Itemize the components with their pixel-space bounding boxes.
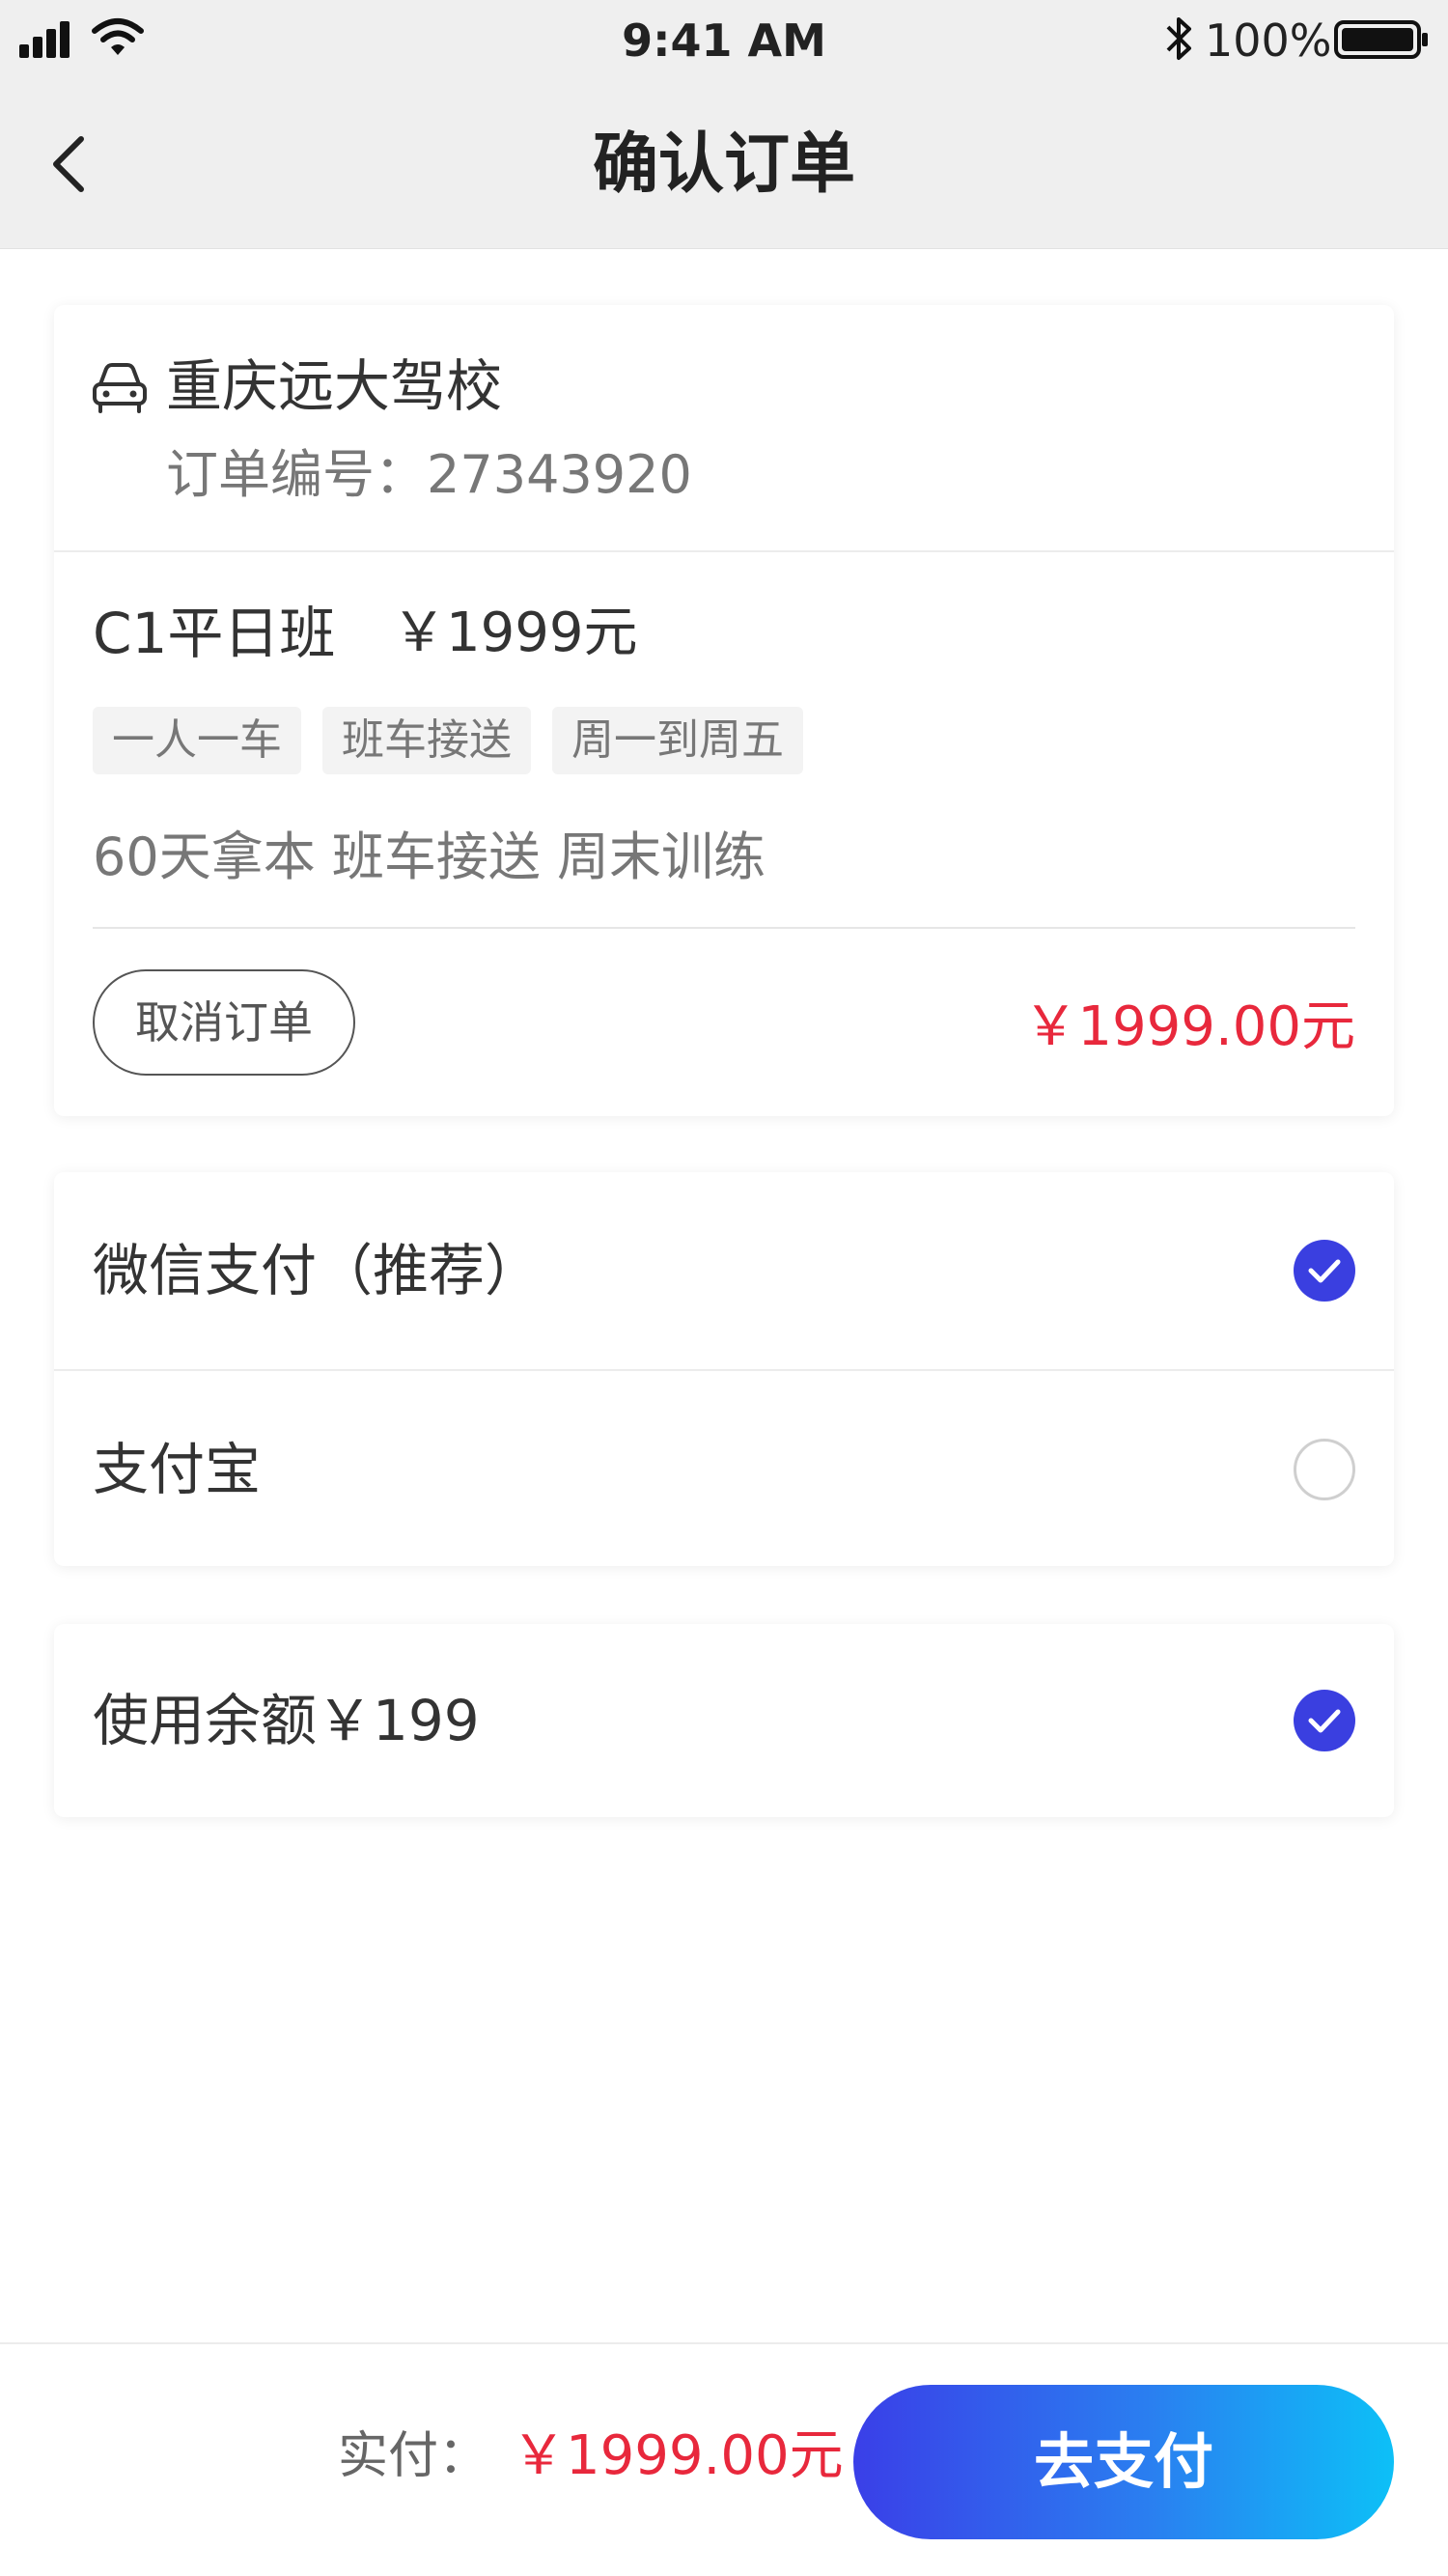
order-number: 订单编号：27343920 [166, 444, 692, 505]
tag: 一人一车 [93, 707, 301, 774]
payment-option-alipay[interactable]: 支付宝 [54, 1371, 1394, 1568]
car-icon [93, 363, 147, 413]
nav-bar: 确认订单 [0, 77, 1448, 249]
radio-unchecked-icon[interactable] [1294, 1439, 1355, 1500]
class-features: 60天拿本 班车接送 周末训练 [93, 826, 766, 887]
bluetooth-icon [1166, 17, 1191, 60]
tag: 班车接送 [322, 707, 531, 774]
battery-percent: 100% [1205, 14, 1332, 67]
actual-pay-label: 实付： [338, 2427, 489, 2485]
balance-card[interactable]: 使用余额￥199 [54, 1624, 1394, 1817]
bottom-bar: 实付： ￥1999.00元 去支付 [0, 2342, 1448, 2576]
order-card: 重庆远大驾校 订单编号：27343920 C1平日班 ￥1999元 一人一车 班… [54, 305, 1394, 1116]
tag: 周一到周五 [552, 707, 803, 774]
checkbox-checked-icon[interactable] [1294, 1690, 1355, 1751]
class-name: C1平日班 [93, 601, 336, 666]
payment-option-label: 支付宝 [93, 1437, 262, 1502]
battery-icon [1334, 20, 1428, 59]
order-total: ￥1999.00元 [1023, 995, 1355, 1058]
use-balance-label: 使用余额￥199 [93, 1688, 480, 1753]
class-price: ￥1999元 [392, 602, 638, 664]
divider [93, 927, 1355, 929]
pay-button[interactable]: 去支付 [853, 2385, 1394, 2539]
payment-option-wechat[interactable]: 微信支付（推荐） [54, 1172, 1394, 1369]
payment-option-label: 微信支付（推荐） [93, 1238, 542, 1303]
tag-list: 一人一车 班车接送 周一到周五 [93, 707, 824, 774]
divider [54, 550, 1394, 552]
radio-checked-icon[interactable] [1294, 1240, 1355, 1302]
actual-pay-amount: ￥1999.00元 [512, 2424, 844, 2487]
page-title: 确认订单 [592, 126, 855, 203]
cancel-order-button[interactable]: 取消订单 [93, 969, 355, 1076]
payment-method-card: 微信支付（推荐） 支付宝 [54, 1172, 1394, 1566]
status-bar: 9:41 AM 100% [0, 0, 1448, 77]
school-name: 重庆远大驾校 [166, 353, 503, 419]
